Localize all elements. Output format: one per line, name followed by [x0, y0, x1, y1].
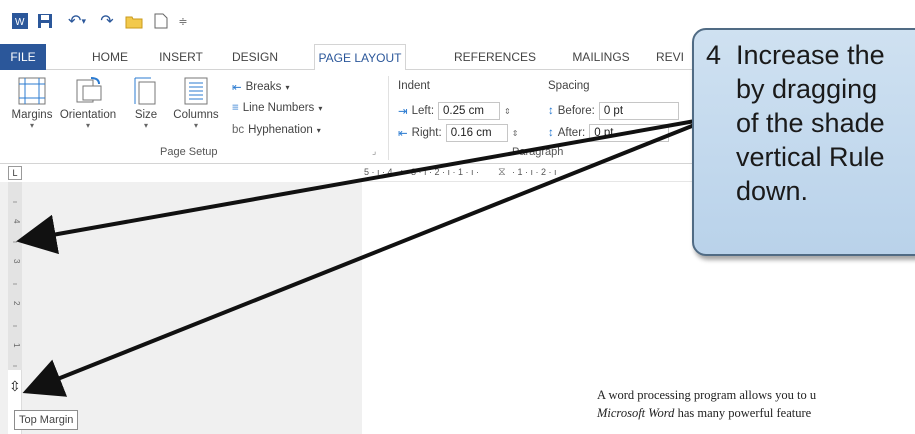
tab-file[interactable]: FILE: [0, 44, 46, 70]
breaks-label: Breaks: [245, 81, 282, 93]
indent-heading: Indent: [398, 80, 430, 92]
orientation-button[interactable]: Orientation ▾: [58, 76, 118, 131]
spacing-after-field[interactable]: 0 pt: [589, 124, 670, 142]
open-folder-icon[interactable]: [122, 10, 146, 32]
tab-review[interactable]: REVI: [650, 44, 690, 70]
breaks-button[interactable]: ⇤ Breaks ▾: [232, 80, 289, 94]
indent-right-icon: ⇤: [398, 128, 408, 140]
page-setup-launcher-icon[interactable]: ⌟: [372, 146, 376, 157]
group-separator: [388, 76, 389, 160]
tab-home[interactable]: HOME: [80, 44, 140, 70]
redo-icon[interactable]: ↷: [96, 10, 118, 32]
spacing-after-row: ↕ After: 0 pt: [548, 124, 670, 142]
line-numbers-button[interactable]: ≡ Line Numbers ▾: [232, 102, 322, 114]
margins-icon: [17, 76, 47, 106]
margins-label: Margins: [11, 109, 53, 121]
document-text-line-1: A word processing program allows you to …: [597, 388, 817, 402]
svg-text:2: 2: [12, 301, 21, 306]
svg-text:1: 1: [12, 343, 21, 348]
columns-label: Columns: [173, 109, 219, 121]
line-numbers-icon: ≡: [232, 102, 239, 114]
hyphenation-label: Hyphenation: [248, 124, 313, 136]
tab-selector[interactable]: L: [8, 166, 22, 180]
tab-page-layout[interactable]: PAGE LAYOUT: [314, 44, 406, 71]
resize-vertical-cursor-icon: ⇳: [9, 378, 21, 394]
save-icon[interactable]: [34, 10, 56, 32]
document-text-italic: Microsoft Word: [597, 406, 675, 420]
document-gutter: [0, 182, 362, 434]
tab-insert[interactable]: INSERT: [150, 44, 212, 70]
hyphenation-icon: bc: [232, 124, 245, 136]
size-button[interactable]: Size ▾: [126, 76, 166, 131]
word-icon: W: [8, 10, 32, 32]
indent-marker-icon[interactable]: ⧖: [498, 166, 506, 179]
size-icon: [131, 76, 161, 106]
indent-left-spinner[interactable]: ⇕: [504, 107, 511, 116]
breaks-icon: ⇤: [232, 82, 242, 94]
spacing-after-label: After:: [557, 127, 586, 139]
callout-text: 4 Increase the by dragging of the shade …: [706, 40, 885, 206]
indent-right-label: Right:: [411, 127, 442, 139]
spacing-before-row: ↕ Before: 0 pt: [548, 102, 679, 120]
page-setup-group-label: Page Setup: [160, 146, 218, 158]
instruction-callout: 4 Increase the by dragging of the shade …: [692, 28, 915, 256]
indent-right-spinner[interactable]: ⇕: [512, 129, 519, 138]
svg-text:4: 4: [12, 219, 21, 224]
spacing-before-label: Before:: [557, 105, 595, 117]
spacing-before-field[interactable]: 0 pt: [598, 102, 679, 120]
orientation-label: Orientation: [59, 109, 117, 121]
indent-left-row: ⇥ Left: 0.25 cm ⇕: [398, 102, 511, 120]
margins-button[interactable]: Margins ▾: [6, 76, 58, 131]
spacing-after-icon: ↕: [548, 127, 554, 139]
columns-icon: [181, 76, 211, 106]
indent-left-field[interactable]: 0.25 cm: [438, 102, 501, 120]
new-document-icon[interactable]: [150, 10, 172, 32]
horizontal-ruler-ticks: 5 · ı · 4 · ı · 3 · ı · 2 · ı · 1 · ı ·: [364, 167, 480, 177]
spacing-heading: Spacing: [548, 80, 590, 92]
vertical-ruler[interactable]: 4 3 2 1 ⇳: [8, 182, 22, 434]
indent-left-icon: ⇥: [398, 106, 408, 118]
svg-text:W: W: [15, 17, 25, 28]
indent-right-row: ⇤ Right: 0.16 cm ⇕: [398, 124, 518, 142]
indent-right-field[interactable]: 0.16 cm: [445, 124, 508, 142]
svg-text:3: 3: [12, 259, 21, 264]
document-text-line-2: Microsoft Word has many powerful feature: [597, 406, 811, 421]
tab-design[interactable]: DESIGN: [224, 44, 286, 70]
size-label: Size: [134, 109, 158, 121]
paragraph-group-label: Paragraph: [512, 146, 564, 158]
top-margin-tooltip: Top Margin: [14, 410, 79, 430]
columns-button[interactable]: Columns ▾: [168, 76, 224, 131]
hyphenation-button[interactable]: bc Hyphenation ▾: [232, 124, 321, 136]
vertical-ruler-ticks: 4 3 2 1: [12, 201, 21, 367]
tab-mailings[interactable]: MAILINGS: [566, 44, 636, 70]
indent-left-label: Left:: [411, 105, 435, 117]
spacing-before-icon: ↕: [548, 105, 554, 117]
tab-references[interactable]: REFERENCES: [450, 44, 540, 70]
line-numbers-label: Line Numbers: [242, 102, 315, 114]
orientation-icon: [73, 76, 103, 106]
horizontal-ruler-ticks-right: · 1 · ı · 2 · ı: [512, 167, 557, 177]
document-text-rest: has many powerful feature: [674, 406, 812, 420]
customize-qat-icon[interactable]: ≑: [176, 10, 190, 32]
undo-icon[interactable]: ↶ ▾: [62, 10, 92, 32]
